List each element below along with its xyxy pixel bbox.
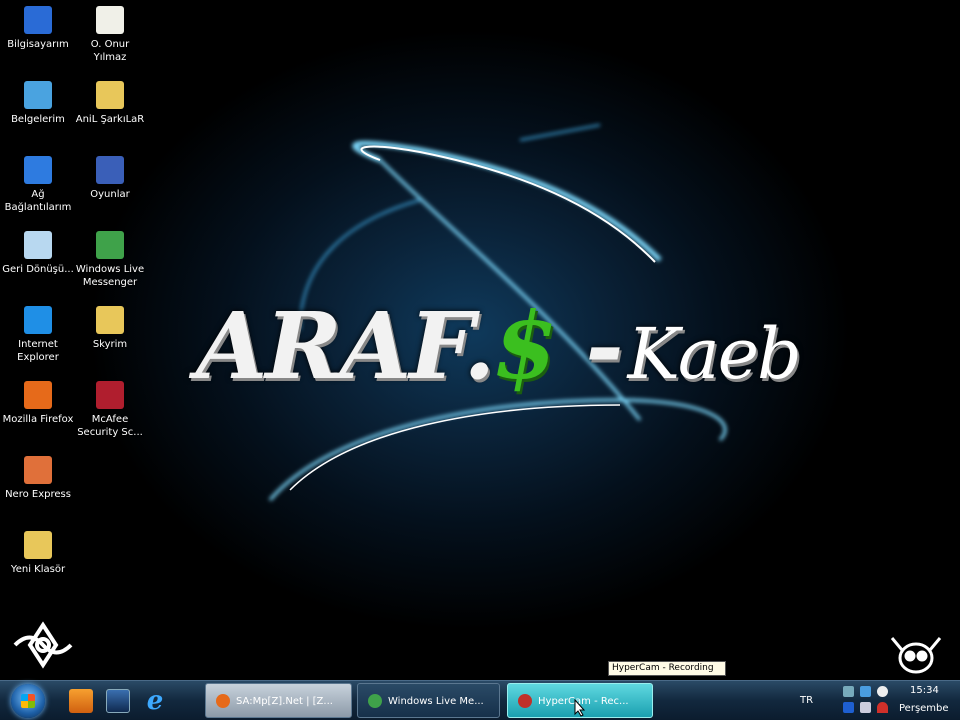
desktop-icon-label: O. Onur Yılmaz bbox=[90, 39, 130, 63]
folder-icon bbox=[96, 81, 124, 109]
desktop-icon[interactable]: Oyunlar bbox=[73, 156, 147, 201]
show-desktop-quicklaunch-icon[interactable] bbox=[106, 689, 130, 713]
document-icon bbox=[96, 6, 124, 34]
desktop-icon[interactable]: Mozilla Firefox bbox=[1, 381, 75, 426]
internet-explorer-icon bbox=[24, 306, 52, 334]
firefox-icon bbox=[216, 694, 230, 708]
desktop-icon[interactable]: McAfee Security Sc... bbox=[73, 381, 147, 439]
firefox-icon bbox=[24, 381, 52, 409]
taskbar: e SA:Mp[Z].Net | [Z... Windows Live Me..… bbox=[0, 680, 960, 720]
hypercam-icon bbox=[518, 694, 532, 708]
disc-tray-icon[interactable] bbox=[877, 686, 888, 697]
messenger-icon bbox=[368, 694, 382, 708]
desktop-icon[interactable]: Geri Dönüşü... bbox=[1, 231, 75, 276]
documents-icon bbox=[24, 81, 52, 109]
desktop-icon[interactable]: Yeni Klasör bbox=[1, 531, 75, 576]
desktop-icon-label: Skyrim bbox=[92, 339, 128, 350]
wallpaper-logo: ARAF.$ -Kaeb bbox=[196, 292, 802, 400]
tribal-ornament-left bbox=[13, 621, 73, 669]
start-button[interactable] bbox=[11, 684, 45, 718]
folder-icon bbox=[96, 306, 124, 334]
desktop-icon-label: Geri Dönüşü... bbox=[2, 264, 74, 275]
desktop-icon[interactable]: Ağ Bağlantılarım bbox=[1, 156, 75, 214]
desktop-icon[interactable]: AniL ŞarkıLaR bbox=[73, 81, 147, 126]
antivirus-tray-icon[interactable] bbox=[877, 702, 888, 713]
taskbar-button-firefox[interactable]: SA:Mp[Z].Net | [Z... bbox=[205, 683, 352, 718]
desktop-icon[interactable]: Nero Express bbox=[1, 456, 75, 501]
desktop-icon-label: Belgelerim bbox=[11, 114, 65, 125]
computer-icon bbox=[24, 6, 52, 34]
internet-explorer-quicklaunch-icon[interactable]: e bbox=[143, 688, 167, 714]
desktop-icon-label: Mozilla Firefox bbox=[2, 414, 74, 425]
desktop-icon-label: Oyunlar bbox=[90, 189, 130, 200]
recycle-bin-icon bbox=[24, 231, 52, 259]
task-label: SA:Mp[Z].Net | [Z... bbox=[236, 696, 333, 707]
desktop-icon-label: McAfee Security Sc... bbox=[77, 414, 143, 438]
desktop-icon-label: Internet Explorer bbox=[17, 339, 59, 363]
folder-icon bbox=[24, 531, 52, 559]
mouse-cursor-icon bbox=[574, 699, 586, 717]
desktop-icon[interactable]: Internet Explorer bbox=[1, 306, 75, 364]
network-user-tray-icon[interactable] bbox=[843, 686, 854, 697]
media-player-quicklaunch-icon[interactable] bbox=[69, 689, 93, 713]
network-icon bbox=[24, 156, 52, 184]
volume-icon[interactable] bbox=[860, 702, 871, 713]
desktop-icon-label: Nero Express bbox=[5, 489, 71, 500]
mcafee-icon bbox=[96, 381, 124, 409]
desktop-icon-label: Yeni Klasör bbox=[10, 564, 66, 575]
clock-day[interactable]: Perşembe bbox=[899, 703, 949, 714]
windows-logo-icon bbox=[21, 694, 35, 708]
clock-time[interactable]: 15:34 bbox=[910, 685, 939, 696]
skull-ornament-right bbox=[890, 637, 942, 674]
desktop-icon[interactable]: Belgelerim bbox=[1, 81, 75, 126]
tooltip: HyperCam - Recording bbox=[608, 661, 726, 676]
desktop-icon[interactable]: Windows Live Messenger bbox=[73, 231, 147, 289]
desktop-icon-label: AniL ŞarkıLaR bbox=[75, 114, 145, 125]
nero-icon bbox=[24, 456, 52, 484]
play-tray-icon[interactable] bbox=[843, 702, 854, 713]
games-icon bbox=[96, 156, 124, 184]
language-indicator[interactable]: TR bbox=[800, 695, 813, 706]
taskbar-button-messenger[interactable]: Windows Live Me... bbox=[357, 683, 500, 718]
desktop-icon-label: Ağ Bağlantılarım bbox=[4, 189, 72, 213]
task-label: Windows Live Me... bbox=[388, 696, 484, 707]
desktop-icon[interactable]: Skyrim bbox=[73, 306, 147, 351]
bluetooth-tray-icon[interactable] bbox=[860, 686, 871, 697]
desktop-icon[interactable]: O. Onur Yılmaz bbox=[73, 6, 147, 64]
desktop-icon-label: Bilgisayarım bbox=[7, 39, 69, 50]
messenger-icon bbox=[96, 231, 124, 259]
desktop-icon-label: Windows Live Messenger bbox=[75, 264, 145, 288]
desktop-icon[interactable]: Bilgisayarım bbox=[1, 6, 75, 51]
